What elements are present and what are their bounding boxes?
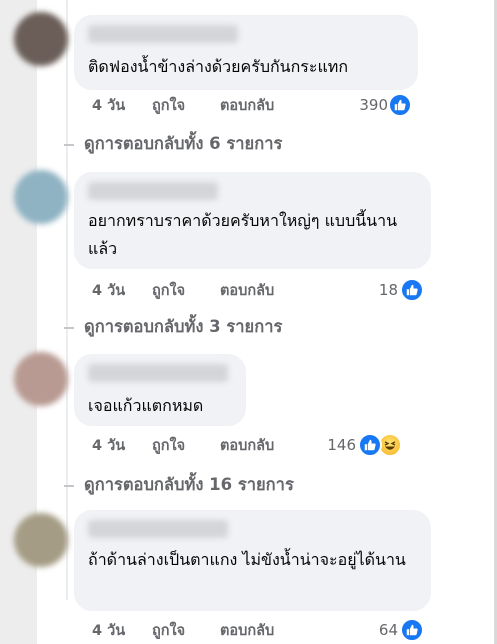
view-replies-label: ดูการตอบกลับทั้ง 6 รายการ	[84, 134, 283, 153]
comment-time[interactable]: 4 วัน	[92, 281, 125, 301]
reply-link[interactable]: ตอบกลับ	[220, 281, 274, 301]
comment-time[interactable]: 4 วัน	[92, 96, 125, 116]
like-icon	[400, 278, 424, 302]
reaction-count: 146	[327, 436, 356, 454]
comment-bubble: ติดฟองน้ำข้างล่างด้วยครับกันกระแทก	[74, 15, 418, 90]
comment-bubble: ถ้าด้านล่างเป็นตาแกง ไม่ขังน้ำน่าจะอยู่ไ…	[74, 510, 431, 611]
comment-bubble: เจอแก้วแตกหมด	[74, 354, 246, 426]
comment-text: อยากทราบราคาด้วยครับหาใหญ่ๆ แบบนี้นานแล้…	[88, 211, 398, 258]
reply-link[interactable]: ตอบกลับ	[220, 96, 274, 116]
reaction-summary[interactable]: 18	[360, 278, 430, 302]
thread-line	[66, 0, 68, 600]
comment-bubble: อยากทราบราคาด้วยครับหาใหญ่ๆ แบบนี้นานแล้…	[74, 172, 431, 269]
like-link[interactable]: ถูกใจ	[152, 281, 185, 301]
comment-text: เจอแก้วแตกหมด	[88, 396, 204, 415]
like-link[interactable]: ถูกใจ	[152, 621, 185, 641]
reply-dash	[64, 484, 74, 487]
comment-text: ถ้าด้านล่างเป็นตาแกง ไม่ขังน้ำน่าจะอยู่ไ…	[88, 550, 406, 569]
avatar[interactable]	[14, 12, 68, 66]
like-icon	[358, 433, 382, 457]
view-replies-link[interactable]: ดูการตอบกลับทั้ง 16 รายการ	[64, 474, 294, 496]
reply-dash	[64, 326, 74, 329]
view-replies-link[interactable]: ดูการตอบกลับทั้ง 6 รายการ	[64, 133, 282, 155]
avatar[interactable]	[14, 352, 68, 406]
blurred-author-name[interactable]	[88, 25, 238, 43]
comment-time[interactable]: 4 วัน	[92, 436, 125, 456]
comment-time[interactable]: 4 วัน	[92, 621, 125, 641]
blurred-author-name[interactable]	[88, 182, 218, 200]
reply-dash	[64, 143, 74, 146]
view-replies-label: ดูการตอบกลับทั้ง 3 รายการ	[84, 317, 283, 336]
reply-link[interactable]: ตอบกลับ	[220, 436, 274, 456]
view-replies-link[interactable]: ดูการตอบกลับทั้ง 3 รายการ	[64, 316, 282, 338]
reaction-count: 390	[359, 96, 388, 114]
reaction-summary[interactable]: 64	[362, 618, 432, 642]
like-link[interactable]: ถูกใจ	[152, 96, 185, 116]
avatar[interactable]	[14, 513, 68, 567]
blurred-author-name[interactable]	[88, 364, 228, 382]
comment-text: ติดฟองน้ำข้างล่างด้วยครับกันกระแทก	[88, 57, 349, 76]
like-icon	[388, 93, 412, 117]
blurred-author-name[interactable]	[88, 520, 228, 538]
reply-link[interactable]: ตอบกลับ	[220, 621, 274, 641]
reaction-count: 18	[378, 281, 398, 299]
like-icon	[400, 618, 424, 642]
like-link[interactable]: ถูกใจ	[152, 436, 185, 456]
reaction-count: 64	[378, 621, 398, 639]
avatar[interactable]	[14, 170, 68, 224]
reaction-summary[interactable]: 390	[350, 93, 420, 117]
view-replies-label: ดูการตอบกลับทั้ง 16 รายการ	[84, 475, 294, 494]
reaction-summary[interactable]: 146	[318, 433, 408, 457]
